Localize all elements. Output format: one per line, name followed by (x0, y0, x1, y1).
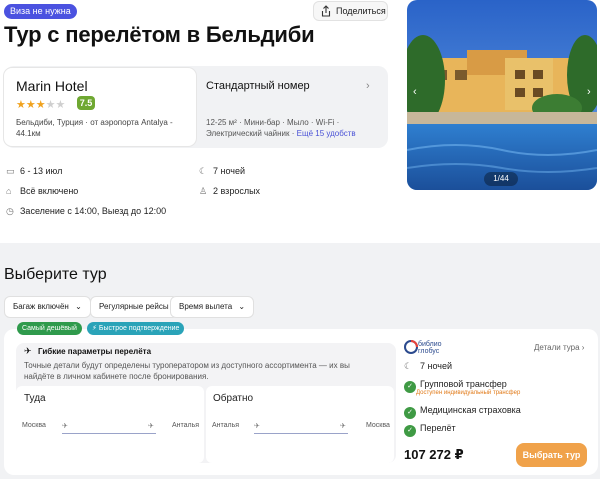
trip-dates: ▭ 6 - 13 июл (6, 166, 62, 177)
cheapest-badge: Самый дешёвый (17, 322, 82, 335)
dish-icon: ⌂ (6, 186, 12, 196)
moon-icon: ☾ (404, 361, 413, 371)
photo-counter: 1/44 (484, 172, 518, 186)
feature-nights-text: 7 ночей (420, 361, 453, 371)
chevron-down-icon: ⌄ (75, 302, 82, 311)
trip-checkin: ◷ Заселение с 14:00, Выезд до 12:00 (6, 206, 166, 217)
moon-icon: ☾ (199, 166, 208, 176)
filter-departure-time[interactable]: Время вылета ⌄ (170, 296, 255, 318)
feature-insurance: ✓ Медицинская страховка (404, 405, 521, 419)
plane-icon: ✈ (24, 346, 32, 356)
room-title[interactable]: Стандартный номер (206, 80, 310, 92)
check-icon: ✓ (404, 425, 416, 437)
star-empty-icon: ★ (55, 99, 66, 111)
person-icon: ♙ (199, 186, 208, 196)
hotel-photo-image (407, 0, 597, 190)
check-icon: ✓ (404, 381, 416, 393)
flight-params-title: Гибкие параметры перелёта (38, 347, 152, 356)
star-empty-icon: ★ (45, 99, 56, 111)
filter-label: Регулярные рейсы (99, 302, 169, 311)
star-icon: ★ (16, 99, 26, 111)
operator-logo-icon (404, 340, 418, 354)
return-to: Москва (366, 422, 390, 429)
flight-params-description: Точные детали будут определены туроперат… (24, 361, 350, 381)
tour-price: 107 272 ₽ (404, 447, 464, 462)
chevron-down-icon: ⌄ (238, 302, 246, 311)
filter-label: Багаж включён (13, 302, 69, 311)
filter-baggage[interactable]: Багаж включён ⌄ (4, 296, 91, 318)
fast-confirmation-badge: ⚡ Быстрое подтверждение (87, 322, 185, 335)
hotel-photo[interactable] (407, 0, 597, 190)
chevron-right-icon[interactable]: › (366, 80, 370, 92)
page-title: Тур с перелётом в Бельдиби (4, 22, 315, 47)
outbound-to: Анталья (172, 422, 200, 429)
takeoff-icon: ✈ (254, 423, 260, 430)
trip-guests: ♙ 2 взрослых (199, 186, 260, 197)
calendar-icon: ▭ (6, 166, 15, 176)
chevron-left-icon[interactable]: ‹ (413, 86, 417, 98)
share-icon (321, 5, 331, 17)
trip-guests-text: 2 взрослых (213, 186, 261, 196)
return-from: Анталья (212, 422, 240, 429)
trip-meals: ⌂ Всё включено (6, 186, 78, 196)
tour-details-link[interactable]: Детали тура › (534, 343, 584, 352)
star-icon: ★ (25, 99, 36, 111)
feature-flight-text: Перелёт (420, 423, 456, 433)
route-line (254, 433, 348, 434)
hotel-card[interactable]: Marin Hotel ★★★★★ 7.5 Бельдиби, Турция ·… (4, 68, 196, 146)
visa-badge: Виза не нужна (4, 4, 77, 19)
filter-label: Время вылета (179, 302, 233, 311)
operator-name-line1: библио (418, 341, 442, 348)
trip-checkin-text: Заселение с 14:00, Выезд до 12:00 (20, 206, 167, 216)
hotel-location: Бельдиби, Турция · от аэропорта Antalya … (16, 118, 173, 138)
share-button[interactable]: Поделиться (313, 1, 388, 21)
chevron-right-icon[interactable]: › (587, 86, 591, 98)
select-tour-button[interactable]: Выбрать тур (516, 443, 587, 467)
outbound-label: Туда (24, 393, 46, 404)
trip-dates-text: 6 - 13 июл (20, 166, 63, 176)
outbound-from: Москва (22, 422, 46, 429)
route-line (62, 433, 156, 434)
transfer-note: Доступен индивидуальный трансфер (416, 390, 521, 396)
tour-details-label: Детали тура (534, 343, 580, 352)
landing-icon: ✈ (340, 423, 346, 430)
trip-meals-text: Всё включено (20, 186, 79, 196)
star-icon: ★ (35, 99, 46, 111)
return-label: Обратно (213, 393, 254, 404)
takeoff-icon: ✈ (62, 423, 68, 430)
hotel-name: Marin Hotel (16, 78, 88, 94)
trip-nights-text: 7 ночей (213, 166, 246, 176)
feature-transfer-text: Групповой трансфер (420, 379, 507, 389)
feature-insurance-text: Медицинская страховка (420, 405, 521, 415)
check-icon: ✓ (404, 407, 416, 419)
filter-regular-flights[interactable]: Регулярные рейсы (90, 296, 178, 318)
share-label: Поделиться (336, 6, 386, 16)
more-amenities-link[interactable]: Ещё 15 удобств (297, 129, 356, 138)
landing-icon: ✈ (148, 423, 154, 430)
trip-nights: ☾ 7 ночей (199, 166, 245, 177)
clock-icon: ◷ (6, 206, 14, 216)
hotel-stars: ★★★★★ (16, 98, 65, 111)
section-title: Выберите тур (4, 266, 107, 283)
chevron-right-icon: › (581, 343, 585, 352)
feature-nights: ☾ 7 ночей (404, 361, 452, 372)
feature-flight: ✓ Перелёт (404, 423, 456, 437)
operator-name: библио глобус (418, 341, 442, 355)
room-amenities: 12-25 м² · Мини-бар · Мыло · Wi-Fi · Эле… (206, 117, 376, 139)
rating-badge: 7.5 (77, 96, 95, 110)
operator-name-line2: глобус (418, 348, 440, 355)
